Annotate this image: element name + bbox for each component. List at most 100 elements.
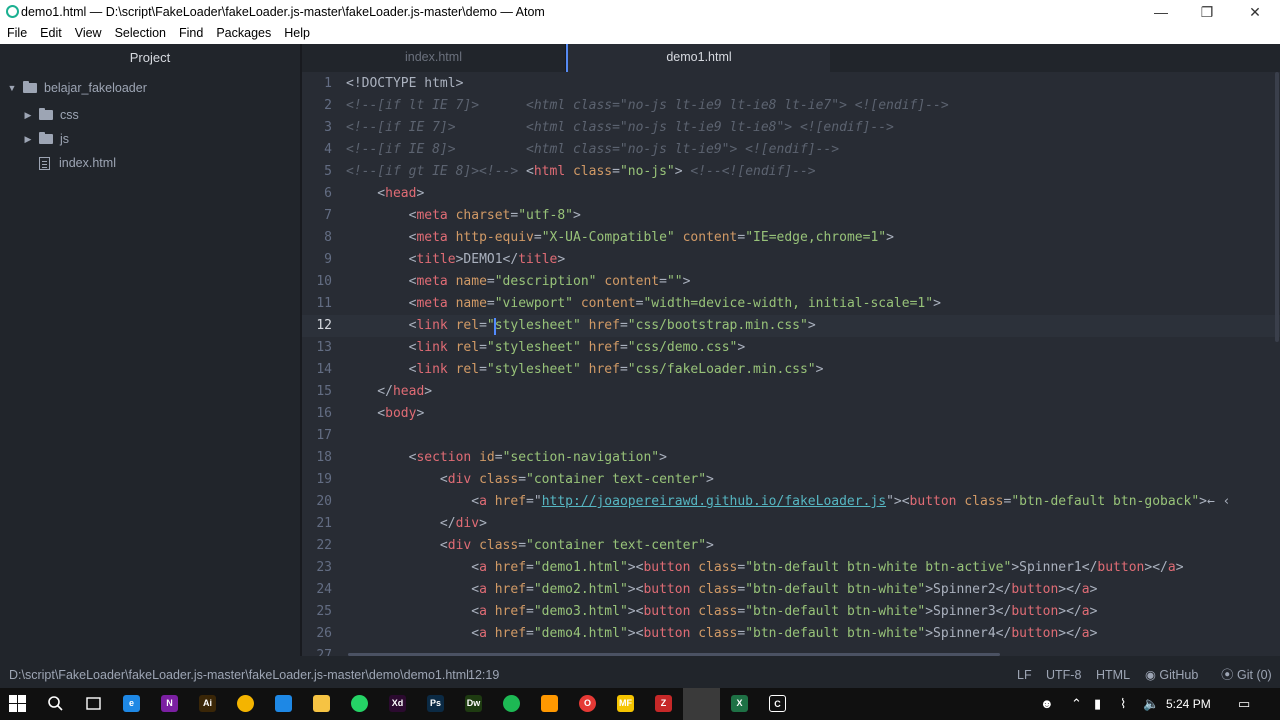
search-icon[interactable]	[47, 695, 64, 712]
code-token: section	[416, 450, 472, 465]
code-editor[interactable]: 1 2 3 4 5 6 7 8 9 10 11 12 13 14 15 16 17 18 19 20 21 22 23 24 2…	[302, 72, 1280, 656]
opera-icon[interactable]: O	[579, 695, 596, 712]
code-line[interactable]: <a href="demo4.html"><button class="btn-…	[346, 626, 1097, 641]
tab-demo1-html[interactable]: demo1.html	[566, 44, 830, 72]
chrome-icon[interactable]	[237, 695, 254, 712]
code-line[interactable]: <a href="demo2.html"><button class="btn-…	[346, 582, 1097, 597]
people-icon[interactable]: ☻	[1040, 696, 1054, 711]
volume-icon[interactable]: 🔈	[1143, 696, 1159, 712]
code-token: >DEMO1</	[455, 252, 519, 267]
code-token: href	[494, 604, 527, 619]
sublime-icon[interactable]	[541, 695, 558, 712]
code-line[interactable]: <head>	[346, 186, 424, 201]
code-line[interactable]: <meta http-equiv="X-UA-Compatible" conte…	[346, 230, 894, 245]
code-token: button	[643, 604, 691, 619]
code-token: =	[659, 274, 667, 289]
code-line[interactable]: <a href="demo3.html"><button class="btn-…	[346, 604, 1097, 619]
code-token: <	[346, 626, 480, 641]
code-token: >Spinner3</	[925, 604, 1012, 619]
explorer-icon[interactable]	[313, 695, 330, 712]
code-token: >	[706, 538, 714, 553]
vscode-icon[interactable]	[275, 695, 292, 712]
code-line[interactable]: <link rel="stylesheet" href="css/fakeLoa…	[346, 362, 824, 377]
code-line[interactable]: <div class="container text-center">	[346, 472, 714, 487]
tree-root-folder[interactable]: ▼ belajar_fakeloader	[0, 76, 300, 100]
code-line[interactable]: <title>DEMO1</title>	[346, 252, 566, 267]
battery-icon[interactable]: ▮	[1094, 696, 1101, 712]
code-line[interactable]: <!DOCTYPE html>	[346, 76, 463, 91]
folder-icon	[39, 108, 53, 120]
task-view-icon[interactable]	[85, 695, 102, 712]
illustrator-icon[interactable]: Ai	[199, 695, 216, 712]
menu-packages[interactable]: Packages	[209, 24, 277, 44]
tab-index-html[interactable]: index.html	[302, 44, 566, 72]
edge-icon[interactable]: e	[123, 695, 140, 712]
dreamweaver-icon[interactable]: Dw	[465, 695, 482, 712]
line-number: 3	[324, 120, 332, 135]
code-line[interactable]: <!--[if lt IE 7]> <html class="no-js lt-…	[346, 98, 949, 113]
wifi-icon[interactable]: ⌇	[1120, 696, 1126, 712]
code-token: >	[886, 230, 894, 245]
atom-icon[interactable]	[683, 688, 720, 720]
code-token: "container text-center"	[526, 538, 707, 553]
code-line[interactable]: </div>	[346, 516, 487, 531]
code-line[interactable]: <link rel="stylesheet" href="css/demo.cs…	[346, 340, 746, 355]
code-token: >Spinner2</	[925, 582, 1012, 597]
minimize-icon[interactable]: —	[1138, 0, 1184, 24]
folder-icon	[39, 132, 53, 144]
code-line[interactable]: <a href="demo1.html"><button class="btn-…	[346, 560, 1183, 575]
menu-file[interactable]: File	[0, 24, 33, 44]
code-token: <	[346, 472, 448, 487]
code-token: >Spinner1</	[1011, 560, 1098, 575]
code-token: >	[815, 362, 824, 377]
system-clock[interactable]: 5:24 PM	[1166, 697, 1211, 711]
code-token: ="	[526, 494, 542, 509]
menu-view[interactable]: View	[68, 24, 108, 44]
chevron-up-icon[interactable]: ⌃	[1071, 696, 1082, 712]
onenote-icon[interactable]: N	[161, 695, 178, 712]
code-token: "css/bootstrap.min.css"	[627, 318, 808, 333]
code-line[interactable]: <!--[if gt IE 8]><!--> <html class="no-j…	[346, 164, 816, 179]
close-icon[interactable]: ✕	[1232, 0, 1278, 24]
tree-item-index-html[interactable]: index.html	[0, 151, 300, 175]
menu-help[interactable]: Help	[277, 24, 316, 44]
tree-item-css[interactable]: ▶ css	[0, 103, 300, 127]
code-line[interactable]: <body>	[346, 406, 424, 421]
code-line[interactable]: <meta charset="utf-8">	[346, 208, 581, 223]
menu-find[interactable]: Find	[172, 24, 209, 44]
code-token: "stylesheet"	[486, 362, 581, 377]
code-token: =	[526, 626, 534, 641]
tree-item-js[interactable]: ▶ js	[0, 127, 300, 151]
project-panel-title[interactable]: Project	[0, 44, 300, 72]
code-line[interactable]: <section id="section-navigation">	[346, 450, 667, 465]
code-token: a	[1081, 626, 1090, 641]
git-icon: ⦿	[1221, 668, 1234, 682]
vertical-scrollbar[interactable]	[1275, 72, 1279, 342]
code-line[interactable]: </head>	[346, 384, 432, 399]
menu-selection[interactable]: Selection	[108, 24, 172, 44]
code-line[interactable]: <meta name="viewport" content="width=dev…	[346, 296, 941, 311]
filezilla-icon[interactable]: Z	[655, 695, 672, 712]
whatsapp-icon[interactable]	[351, 695, 368, 712]
code-line[interactable]: <meta name="description" content="">	[346, 274, 691, 289]
code-token: html	[533, 164, 566, 179]
code-token: </	[346, 384, 393, 399]
xd-icon[interactable]: Xd	[389, 695, 406, 712]
code-line[interactable]: <a href="http://joaopereirawd.github.io/…	[346, 494, 1230, 509]
code-line[interactable]: <div class="container text-center">	[346, 538, 714, 553]
maximize-icon[interactable]: ❐	[1184, 0, 1230, 24]
code-line[interactable]: <!--[if IE 7]> <html class="no-js lt-ie9…	[346, 120, 894, 135]
terminal-icon[interactable]: C	[769, 695, 786, 712]
photoshop-icon[interactable]: Ps	[427, 695, 444, 712]
code-token: class	[964, 494, 1004, 509]
menu-edit[interactable]: Edit	[33, 24, 68, 44]
code-line[interactable]: <link rel="stylesheet" href="css/bootstr…	[346, 318, 816, 333]
excel-icon[interactable]: X	[731, 695, 748, 712]
notification-icon[interactable]: ▭	[1238, 696, 1250, 712]
code-token: <	[526, 164, 534, 179]
spotify-icon[interactable]	[503, 695, 520, 712]
start-icon[interactable]	[9, 695, 26, 712]
code-line[interactable]: <!--[if IE 8]> <html class="no-js lt-ie9…	[346, 142, 839, 157]
mf-icon[interactable]: MF	[617, 695, 634, 712]
